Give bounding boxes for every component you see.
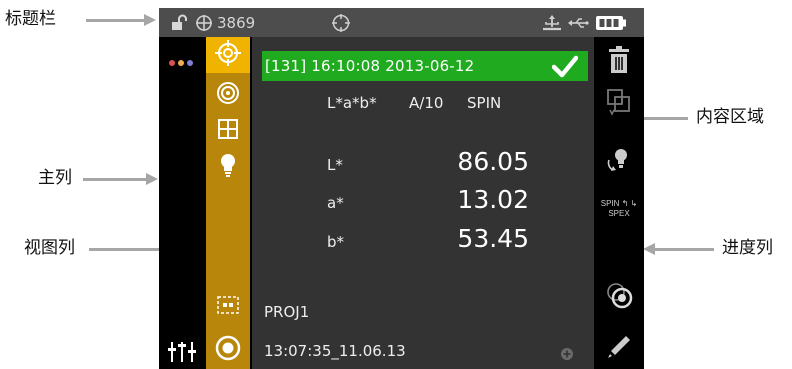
compare-icon [606,88,632,120]
spin-spex-label: SPIN ↰ ↳ SPEX [600,199,638,218]
compare-button[interactable] [594,87,644,121]
check-icon [551,54,579,82]
crosshair-icon [195,8,213,37]
content-area: [131] 16:10:08 2013-06-12 L*a*b* A/10 SP… [252,37,594,369]
crosshair-target-icon [214,39,242,71]
dashed-frame-icon [216,295,240,319]
measure-aperture-button[interactable] [594,277,644,317]
spin-spex-icon: SPIN ↰ ↳ SPEX [599,199,639,219]
view-item-grid[interactable] [206,113,250,149]
measurement-label: b* [327,233,345,251]
concentric-circles-icon [216,81,240,109]
measurement-header-text: [131] 16:10:08 2013-06-12 [265,57,475,75]
usb-icon [567,8,589,37]
callout-content-area: 内容区域 [696,107,764,127]
callout-main-column: 主列 [38,168,72,188]
measurement-row-l: L* 86.05 [252,147,594,183]
measurement-label: a* [327,194,344,212]
pencil-icon [604,330,634,364]
measurement-value: 86.05 [457,147,529,176]
edit-button[interactable] [594,327,644,367]
view-item-circles[interactable] [206,77,250,113]
measurement-row-a: a* 13.02 [252,185,594,221]
target-icon [331,8,351,37]
mode-label: SPIN [467,94,502,112]
callout-progress-column: 进度列 [722,238,773,258]
measurement-header: [131] 16:10:08 2013-06-12 [262,51,588,81]
usb-icon [541,8,563,37]
main-column [159,37,204,369]
bulb-rotate-icon [606,146,632,178]
bulb-icon [218,153,238,181]
measurement-label: L* [327,156,343,174]
view-item-crosshair[interactable] [206,37,250,73]
measurement-counter: 3869 [217,13,256,32]
delete-button[interactable] [594,45,644,79]
callout-arrow-main-column [83,173,158,185]
color-space-label: L*a*b* [327,94,377,112]
measurement-value: 13.02 [457,185,529,214]
callout-arrow-progress-column [643,243,714,255]
view-item-bulb[interactable] [206,149,250,185]
plus-circle-icon[interactable] [560,346,574,365]
dots-menu-icon[interactable] [168,52,194,71]
sliders-icon[interactable] [168,340,196,368]
callout-arrow-title-bar [86,14,156,26]
illuminant-observer-label: A/10 [409,94,444,112]
measurement-row-b: b* 53.45 [252,224,594,260]
view-item-measure[interactable] [206,332,250,368]
measurement-value: 53.45 [457,224,529,253]
battery-icon [595,8,627,37]
reference-timestamp: 13:07:35_11.06.13 [264,342,406,360]
measure-ring-icon [215,335,241,365]
callout-title-bar: 标题栏 [5,9,56,29]
title-bar: 3869 [159,8,644,37]
view-column [204,37,252,369]
project-name: PROJ1 [264,303,310,321]
spin-spex-button[interactable]: SPIN ↰ ↳ SPEX [594,189,644,229]
callout-view-column: 视图列 [24,238,75,258]
device-screen: 3869 [131] 16:10:08 2013-06-12 L*a*b* A/… [159,8,644,369]
view-item-frame[interactable] [206,289,250,325]
trash-icon [608,46,630,78]
illuminant-switch-button[interactable] [594,145,644,179]
measure-aperture-icon [604,280,634,314]
grid-icon [217,118,239,144]
unlock-icon [171,8,189,37]
progress-column: SPIN ↰ ↳ SPEX [594,37,644,369]
